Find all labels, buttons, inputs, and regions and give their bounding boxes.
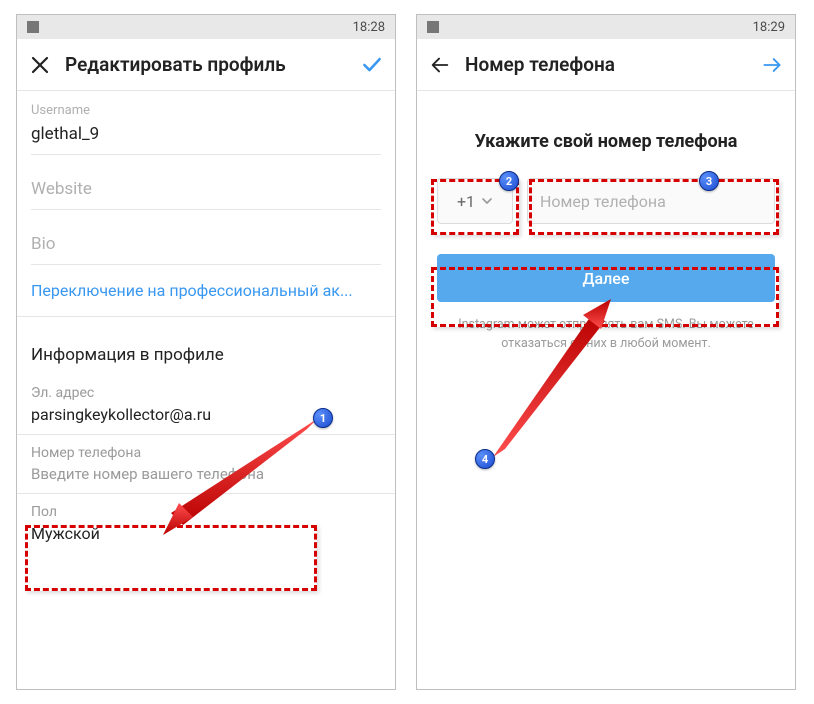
forward-icon[interactable] — [761, 54, 783, 76]
phone-placeholder: Введите номер вашего телефона — [31, 465, 381, 483]
email-label: Эл. адрес — [31, 385, 381, 401]
phone-input[interactable]: Номер телефона — [527, 178, 775, 224]
next-button[interactable]: Далее — [437, 254, 775, 302]
country-code-value: +1 — [457, 192, 475, 211]
step-badge-4: 4 — [475, 449, 495, 469]
status-bar: 18:28 — [17, 15, 395, 39]
back-icon[interactable] — [429, 54, 451, 76]
phone-input-placeholder: Номер телефона — [540, 192, 666, 211]
sms-hint: Instagram может отправлять вам SMS. Вы м… — [457, 316, 755, 354]
status-time: 18:28 — [353, 20, 385, 35]
profile-info-title: Информация в профиле — [17, 331, 395, 375]
website-field[interactable]: Website — [31, 155, 381, 210]
phone-right: 18:29 Номер телефона Укажите свой номер … — [416, 14, 796, 690]
phone-label: Номер телефона — [31, 445, 381, 461]
phone-field[interactable]: Номер телефона Введите номер вашего теле… — [17, 435, 395, 494]
email-field[interactable]: Эл. адрес parsingkeykollector@a.ru — [17, 375, 395, 435]
bio-label: Bio — [31, 234, 381, 254]
username-label: Username — [31, 103, 381, 118]
status-bar: 18:29 — [417, 15, 795, 39]
gender-field[interactable]: Пол Мужской — [17, 494, 395, 553]
edit-fields-section: Username glethal_9 Website Bio — [17, 91, 395, 265]
switch-professional-link[interactable]: Переключение на профессиональный ак... — [17, 265, 395, 317]
gender-value: Мужской — [31, 524, 381, 543]
confirm-icon[interactable] — [361, 54, 383, 76]
app-indicator-icon — [427, 21, 439, 33]
username-value: glethal_9 — [31, 124, 381, 144]
app-indicator-icon — [27, 21, 39, 33]
spacer — [17, 317, 395, 331]
username-field[interactable]: Username glethal_9 — [31, 91, 381, 155]
enter-phone-heading: Укажите свой номер телефона — [437, 131, 775, 152]
nav-bar: Номер телефона — [417, 39, 795, 91]
nav-bar: Редактировать профиль — [17, 39, 395, 91]
nav-title: Номер телефона — [465, 53, 747, 76]
nav-title: Редактировать профиль — [65, 53, 347, 76]
gender-label: Пол — [31, 504, 381, 520]
phone-left: 18:28 Редактировать профиль Username gle… — [16, 14, 396, 690]
website-label: Website — [31, 179, 381, 199]
step-badge-2: 2 — [499, 171, 519, 191]
step-badge-3: 3 — [699, 171, 719, 191]
phone-input-row: +1 Номер телефона — [417, 178, 795, 224]
status-time: 18:29 — [753, 20, 785, 35]
bio-field[interactable]: Bio — [31, 210, 381, 265]
close-icon[interactable] — [29, 54, 51, 76]
step-badge-1: 1 — [313, 408, 333, 428]
chevron-down-icon — [481, 195, 493, 207]
next-button-label: Далее — [583, 269, 630, 288]
